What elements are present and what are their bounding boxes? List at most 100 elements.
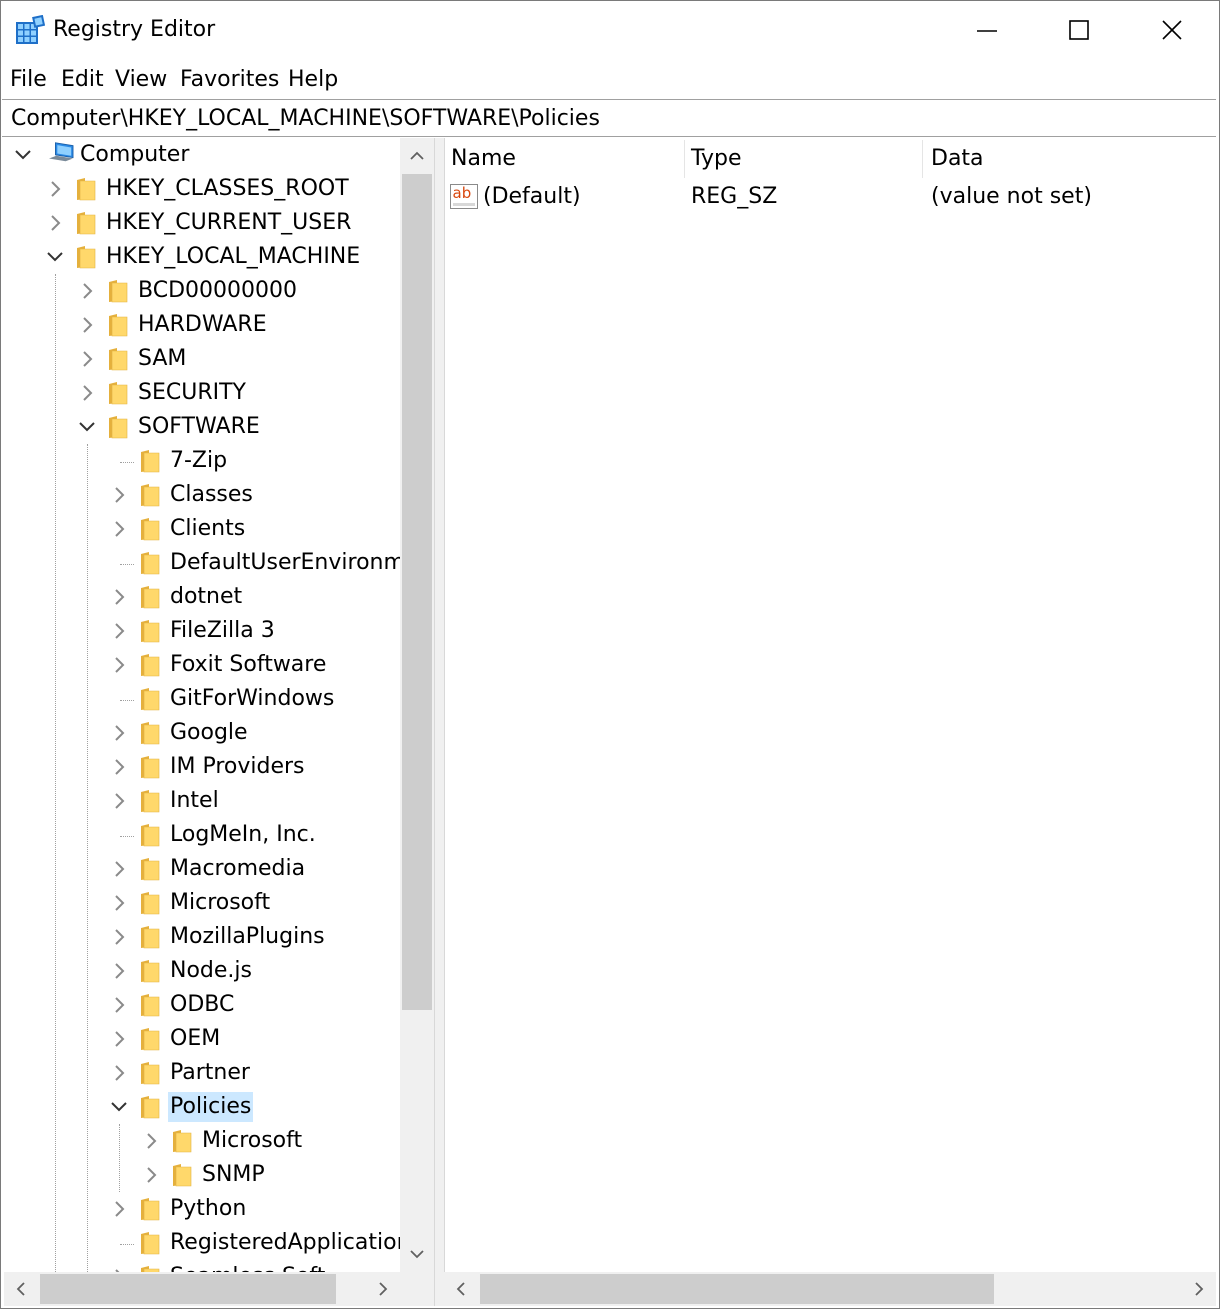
value-row[interactable]: ab (Default) REG_SZ (value not set): [444, 180, 1216, 214]
expand-arrow[interactable]: [74, 278, 100, 304]
expand-arrow[interactable]: [106, 1060, 132, 1086]
tree-item-7-zip[interactable]: 7-Zip: [4, 444, 400, 478]
menu-edit[interactable]: Edit: [61, 65, 104, 95]
expand-arrow[interactable]: [74, 346, 100, 372]
menu-file[interactable]: File: [10, 65, 47, 95]
collapse-arrow[interactable]: [106, 1094, 132, 1120]
column-divider[interactable]: [684, 140, 685, 178]
folder-icon: [141, 1062, 160, 1085]
expand-arrow[interactable]: [106, 584, 132, 610]
tree-item-label: SNMP: [202, 1162, 265, 1187]
expand-arrow[interactable]: [74, 312, 100, 338]
tree-view[interactable]: Computer HKEY_CLASSES_ROOT HKEY_CURRENT_US…: [4, 138, 400, 1272]
tree-item-security[interactable]: SECURITY: [4, 376, 400, 410]
scroll-left-button[interactable]: [4, 1272, 38, 1306]
tree-horizontal-scrollbar[interactable]: [4, 1272, 400, 1306]
tree-item-macromedia[interactable]: Macromedia: [4, 852, 400, 886]
tree-item-logmein-inc[interactable]: LogMeIn, Inc.: [4, 818, 400, 852]
list-horizontal-scrollbar[interactable]: [444, 1272, 1216, 1306]
expand-arrow[interactable]: [106, 924, 132, 950]
tree-item-policies[interactable]: Policies: [4, 1090, 400, 1124]
expand-arrow[interactable]: [106, 1196, 132, 1222]
tree-item-snmp[interactable]: SNMP: [4, 1158, 400, 1192]
tree-item-hardware[interactable]: HARDWARE: [4, 308, 400, 342]
expand-arrow[interactable]: [106, 754, 132, 780]
tree-item-odbc[interactable]: ODBC: [4, 988, 400, 1022]
collapse-arrow[interactable]: [74, 414, 100, 440]
tree-item-gitforwindows[interactable]: GitForWindows: [4, 682, 400, 716]
tree-item-foxit-software[interactable]: Foxit Software: [4, 648, 400, 682]
expand-arrow[interactable]: [106, 958, 132, 984]
expand-arrow[interactable]: [42, 176, 68, 202]
collapse-arrow[interactable]: [42, 244, 68, 270]
tree-item-python[interactable]: Python: [4, 1192, 400, 1226]
maximize-button[interactable]: [1033, 1, 1125, 59]
expand-arrow[interactable]: [106, 652, 132, 678]
tree-vertical-scroll-thumb[interactable]: [402, 174, 432, 1010]
chevron-right-icon: [115, 861, 125, 877]
address-bar[interactable]: Computer\HKEY_LOCAL_MACHINE\SOFTWARE\Pol…: [2, 99, 1216, 137]
folder-icon: [141, 1096, 160, 1119]
minimize-button[interactable]: [941, 1, 1033, 59]
address-path[interactable]: Computer\HKEY_LOCAL_MACHINE\SOFTWARE\Pol…: [11, 104, 600, 134]
collapse-arrow[interactable]: [10, 142, 36, 168]
expand-arrow[interactable]: [106, 720, 132, 746]
expand-arrow[interactable]: [106, 1264, 132, 1272]
list-scroll-left-button[interactable]: [444, 1272, 478, 1306]
tree-item-label: HKEY_CLASSES_ROOT: [106, 176, 349, 201]
menu-help[interactable]: Help: [288, 65, 338, 95]
tree-item-microsoft[interactable]: Microsoft: [4, 886, 400, 920]
column-divider[interactable]: [922, 140, 923, 178]
tree-item-microsoft[interactable]: Microsoft: [4, 1124, 400, 1158]
folder-icon: [109, 416, 128, 439]
tree-item-hkey-local-machine[interactable]: HKEY_LOCAL_MACHINE: [4, 240, 400, 274]
column-header-name[interactable]: Name: [451, 144, 516, 174]
expand-arrow[interactable]: [138, 1162, 164, 1188]
menu-view[interactable]: View: [115, 65, 167, 95]
tree-item-bcd00000000[interactable]: BCD00000000: [4, 274, 400, 308]
tree-horizontal-scroll-thumb[interactable]: [40, 1274, 336, 1304]
tree-item-google[interactable]: Google: [4, 716, 400, 750]
tree-item-defaultuserenvironm[interactable]: DefaultUserEnvironm: [4, 546, 400, 580]
expand-arrow[interactable]: [106, 788, 132, 814]
scroll-right-button[interactable]: [366, 1272, 400, 1306]
tree-item-oem[interactable]: OEM: [4, 1022, 400, 1056]
tree-item-seamless-soft[interactable]: Seamless Soft: [4, 1260, 400, 1272]
expand-arrow[interactable]: [106, 482, 132, 508]
tree-item-node-js[interactable]: Node.js: [4, 954, 400, 988]
menu-favorites[interactable]: Favorites: [180, 65, 279, 95]
expand-arrow[interactable]: [106, 856, 132, 882]
column-header-data[interactable]: Data: [931, 144, 984, 174]
tree-item-classes[interactable]: Classes: [4, 478, 400, 512]
expand-arrow[interactable]: [106, 1026, 132, 1052]
tree-vertical-scrollbar[interactable]: [400, 138, 434, 1272]
tree-item-computer[interactable]: Computer: [4, 138, 400, 172]
expand-arrow[interactable]: [138, 1128, 164, 1154]
list-horizontal-scroll-thumb[interactable]: [480, 1274, 994, 1304]
scroll-down-button[interactable]: [400, 1238, 434, 1272]
expand-arrow[interactable]: [106, 618, 132, 644]
expand-arrow[interactable]: [42, 210, 68, 236]
tree-item-clients[interactable]: Clients: [4, 512, 400, 546]
tree-item-hkey-classes-root[interactable]: HKEY_CLASSES_ROOT: [4, 172, 400, 206]
tree-item-registeredapplicatior[interactable]: RegisteredApplicatior: [4, 1226, 400, 1260]
expand-arrow[interactable]: [106, 890, 132, 916]
tree-item-im-providers[interactable]: IM Providers: [4, 750, 400, 784]
close-button[interactable]: [1126, 1, 1218, 59]
expand-arrow[interactable]: [74, 380, 100, 406]
list-scroll-right-button[interactable]: [1182, 1272, 1216, 1306]
tree-item-dotnet[interactable]: dotnet: [4, 580, 400, 614]
value-type: REG_SZ: [691, 184, 778, 209]
expand-arrow[interactable]: [106, 992, 132, 1018]
tree-item-intel[interactable]: Intel: [4, 784, 400, 818]
expand-arrow[interactable]: [106, 516, 132, 542]
tree-item-sam[interactable]: SAM: [4, 342, 400, 376]
tree-item-software[interactable]: SOFTWARE: [4, 410, 400, 444]
column-header-type[interactable]: Type: [691, 144, 742, 174]
tree-item-partner[interactable]: Partner: [4, 1056, 400, 1090]
tree-item-label: Policies: [168, 1092, 254, 1122]
tree-item-mozillaplugins[interactable]: MozillaPlugins: [4, 920, 400, 954]
scroll-up-button[interactable]: [400, 138, 434, 172]
tree-item-hkey-current-user[interactable]: HKEY_CURRENT_USER: [4, 206, 400, 240]
tree-item-filezilla-3[interactable]: FileZilla 3: [4, 614, 400, 648]
